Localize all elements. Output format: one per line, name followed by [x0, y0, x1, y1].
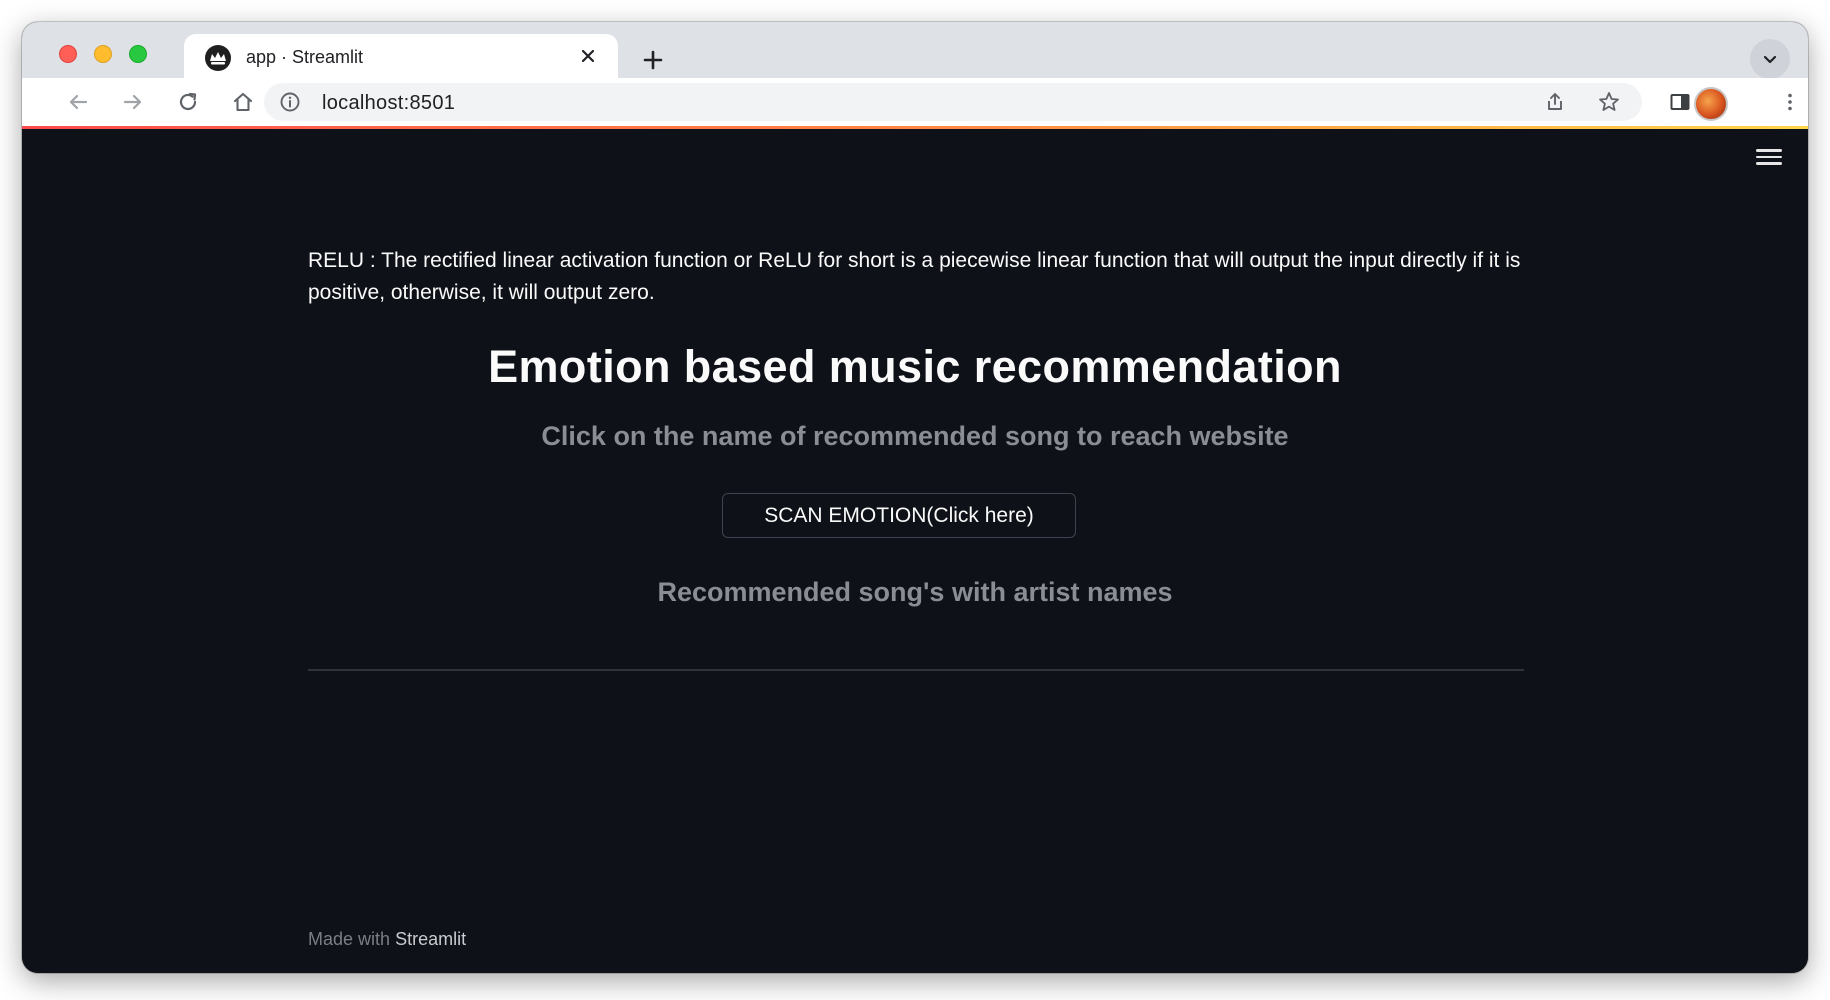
- window-minimize-button[interactable]: [94, 45, 112, 63]
- tab-title: app · Streamlit: [246, 47, 364, 67]
- tab-close-icon[interactable]: [574, 42, 602, 70]
- share-icon[interactable]: [1540, 87, 1570, 117]
- footer-streamlit-link[interactable]: Streamlit: [395, 929, 466, 949]
- browser-toolbar: localhost:8501: [22, 78, 1808, 126]
- info-icon[interactable]: [278, 90, 302, 114]
- side-panel-icon[interactable]: [1662, 84, 1698, 120]
- page-title: Emotion based music recommendation: [488, 341, 1342, 392]
- address-bar[interactable]: localhost:8501: [264, 83, 1642, 121]
- footer: Made with Streamlit: [308, 929, 466, 950]
- home-icon[interactable]: [225, 84, 261, 120]
- recommendations-heading: Recommended song's with artist names: [657, 577, 1173, 607]
- back-arrow-icon[interactable]: [60, 84, 96, 120]
- star-icon[interactable]: [1594, 87, 1624, 117]
- hamburger-menu-icon[interactable]: [1752, 143, 1786, 171]
- more-vert-icon[interactable]: [1772, 84, 1808, 120]
- reload-icon[interactable]: [170, 84, 206, 120]
- browser-window: app · Streamlit localhost:8501 RELU: Th…: [22, 22, 1808, 973]
- forward-arrow-icon[interactable]: [115, 84, 151, 120]
- divider: [308, 669, 1524, 671]
- profile-avatar[interactable]: [1694, 87, 1728, 121]
- url-text[interactable]: localhost:8501: [322, 92, 455, 115]
- tab-strip: app · Streamlit: [22, 22, 1808, 80]
- browser-tab-active[interactable]: app · Streamlit: [184, 34, 618, 80]
- window-close-button[interactable]: [59, 45, 77, 63]
- new-tab-plus-icon[interactable]: [630, 40, 676, 80]
- window-maximize-button[interactable]: [129, 45, 147, 63]
- footer-prefix: Made with: [308, 929, 391, 949]
- app-content: RELU : The rectified linear activation f…: [22, 129, 1808, 973]
- tab-search-chevron-down-icon[interactable]: [1750, 39, 1790, 79]
- relu-description: RELU : The rectified linear activation f…: [308, 249, 1521, 304]
- streamlit-crown-icon: [204, 44, 232, 72]
- scan-emotion-button[interactable]: SCAN EMOTION(Click here): [722, 493, 1076, 538]
- page-subtitle: Click on the name of recommended song to…: [541, 421, 1289, 451]
